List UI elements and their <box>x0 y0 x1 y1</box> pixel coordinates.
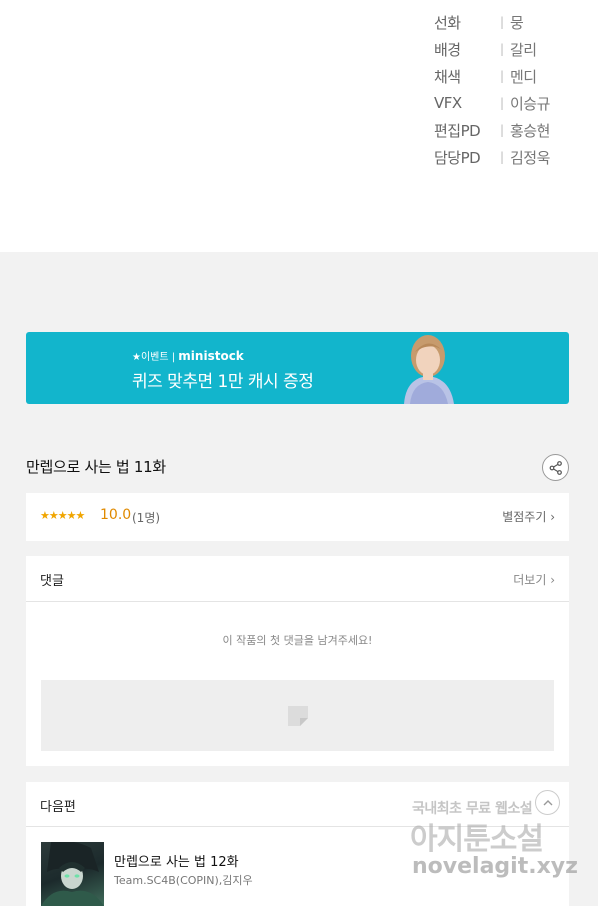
credit-name: 갈리 <box>510 40 537 59</box>
next-episode-author: Team.SC4B(COPIN),김지우 <box>114 874 253 887</box>
credit-separator: | <box>500 150 504 164</box>
banner-tag: ★이벤트 | ministock <box>132 348 244 363</box>
comment-more-link[interactable]: 더보기 › <box>513 571 555 588</box>
credit-role: 선화 <box>434 13 461 32</box>
scroll-top-button[interactable] <box>535 790 560 815</box>
credit-separator: | <box>500 69 504 83</box>
credit-row: 편집PD | 홍승현 <box>434 117 550 143</box>
next-episode-title: 만렙으로 사는 법 12화 <box>114 855 239 870</box>
credit-name: 김정욱 <box>510 148 550 167</box>
credits-section: 선화 | 뭉 배경 | 갈리 채색 | 멘디 VFX | 이승규 편집PD | … <box>0 0 598 252</box>
credit-row: 담당PD | 김정욱 <box>434 144 550 170</box>
rating-votes: (1명) <box>132 511 161 525</box>
credit-separator: | <box>500 123 504 137</box>
rating-card: ★★★★★ 10.0 (1명) 별점주기 › <box>26 493 569 541</box>
banner-tag-prefix: ★이벤트 | <box>132 352 179 363</box>
comment-input[interactable] <box>41 680 554 751</box>
credit-separator: | <box>500 96 504 110</box>
credit-name: 멘디 <box>510 67 537 86</box>
banner-text: 퀴즈 맞추면 1만 캐시 증정 <box>132 372 314 392</box>
comment-section: 댓글 더보기 › 이 작품의 첫 댓글을 남겨주세요! <box>26 556 569 766</box>
share-button[interactable] <box>542 454 569 481</box>
banner-brand-logo: ministock <box>178 349 244 363</box>
credit-role: 담당PD <box>434 148 481 167</box>
episode-title: 만렙으로 사는 법 11화 <box>26 458 166 476</box>
credit-name: 홍승현 <box>510 121 550 140</box>
next-episode-section: 다음편 만렙으로 사는 법 12화 Team.SC4B(COPIN),김지우 <box>26 782 569 906</box>
next-episode-thumbnail <box>41 842 104 906</box>
credit-row: 선화 | 뭉 <box>434 9 524 35</box>
credit-separator: | <box>500 42 504 56</box>
next-episode-section-title: 다음편 <box>40 800 76 815</box>
credit-role: 채색 <box>434 67 461 86</box>
credit-row: VFX | 이승규 <box>434 90 550 116</box>
comment-icon <box>288 706 308 726</box>
credit-role: 배경 <box>434 40 461 59</box>
next-episode-item[interactable]: 만렙으로 사는 법 12화 Team.SC4B(COPIN),김지우 <box>26 827 569 906</box>
credit-row: 채색 | 멘디 <box>434 63 537 89</box>
chevron-up-icon <box>543 799 552 805</box>
credit-row: 배경 | 갈리 <box>434 36 537 62</box>
thumbnail-art <box>41 842 104 906</box>
banner-person-image <box>390 332 466 404</box>
share-icon <box>549 460 562 475</box>
comment-header: 댓글 더보기 › <box>26 556 569 602</box>
credit-name: 이승규 <box>510 94 550 113</box>
credit-separator: | <box>500 15 504 29</box>
rating-stars: ★★★★★ <box>40 509 85 522</box>
rate-button[interactable]: 별점주기 › <box>502 508 555 525</box>
credit-name: 뭉 <box>510 13 524 32</box>
credit-role: 편집PD <box>434 121 481 140</box>
next-episode-header: 다음편 <box>26 782 569 827</box>
rating-score: 10.0 <box>100 507 132 523</box>
credit-role: VFX <box>434 94 462 112</box>
comment-empty-message: 이 작품의 첫 댓글을 남겨주세요! <box>222 634 373 647</box>
comment-title: 댓글 <box>40 574 64 589</box>
event-banner[interactable]: ★이벤트 | ministock 퀴즈 맞추면 1만 캐시 증정 <box>26 332 569 404</box>
